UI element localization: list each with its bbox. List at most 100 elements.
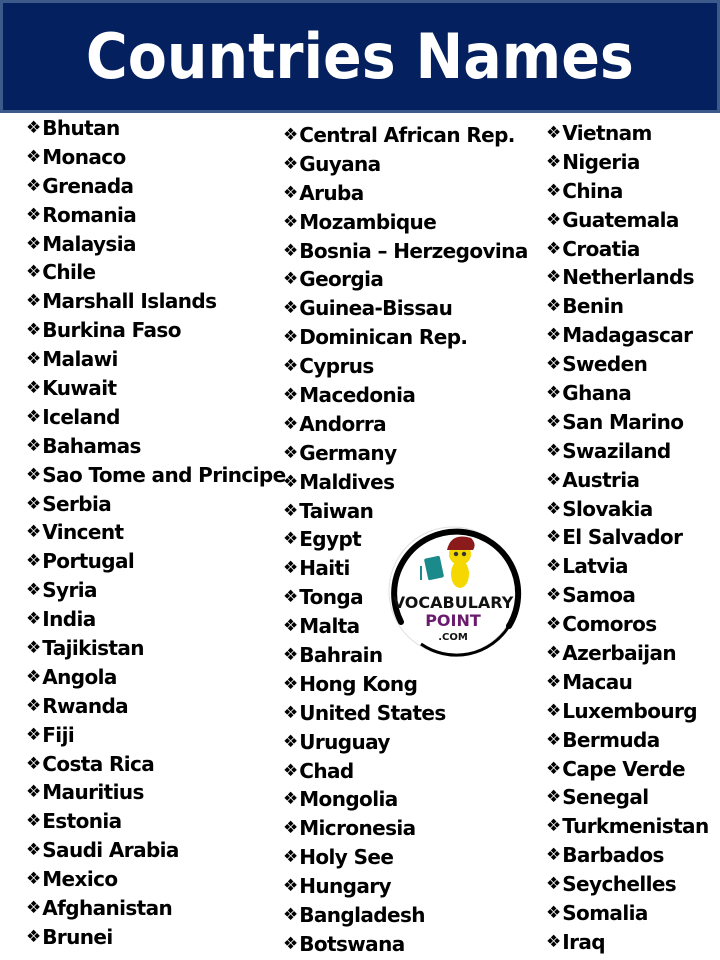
- country-name: Holy See: [299, 845, 394, 870]
- country-list-item: ❖ Swaziland: [546, 437, 709, 466]
- country-name: Azerbaijan: [562, 641, 677, 666]
- diamond-bullet-icon: ❖: [546, 729, 562, 750]
- diamond-bullet-icon: ❖: [26, 320, 42, 341]
- diamond-bullet-icon: ❖: [283, 645, 299, 666]
- title-banner-inner: Countries Names: [3, 3, 717, 110]
- country-name: Bangladesh: [299, 903, 425, 928]
- country-list-item: ❖ Nigeria: [546, 148, 709, 177]
- diamond-bullet-icon: ❖: [546, 671, 562, 692]
- country-name: Benin: [562, 294, 624, 319]
- country-name: Rwanda: [42, 693, 129, 718]
- diamond-bullet-icon: ❖: [283, 731, 299, 752]
- country-name: India: [42, 607, 96, 632]
- diamond-bullet-icon: ❖: [283, 673, 299, 694]
- country-name: Malawi: [42, 347, 118, 372]
- diamond-bullet-icon: ❖: [546, 931, 562, 952]
- country-list-item: ❖ Micronesia: [283, 814, 528, 843]
- country-list-item: ❖ Sao Tome and Principe: [26, 461, 286, 490]
- diamond-bullet-icon: ❖: [26, 580, 42, 601]
- diamond-bullet-icon: ❖: [546, 614, 562, 635]
- diamond-bullet-icon: ❖: [26, 638, 42, 659]
- diamond-bullet-icon: ❖: [26, 753, 42, 774]
- country-list-item: ❖ Cape Verde: [546, 755, 709, 784]
- country-list-item: ❖ Grenada: [26, 172, 286, 201]
- country-name: Micronesia: [299, 816, 416, 841]
- country-list-item: ❖ Iceland: [26, 403, 286, 432]
- diamond-bullet-icon: ❖: [283, 905, 299, 926]
- country-name: Tajikistan: [42, 636, 144, 661]
- country-name: Afghanistan: [42, 896, 173, 921]
- diamond-bullet-icon: ❖: [26, 146, 42, 167]
- diamond-bullet-icon: ❖: [283, 616, 299, 637]
- diamond-bullet-icon: ❖: [546, 440, 562, 461]
- diamond-bullet-icon: ❖: [546, 527, 562, 548]
- diamond-bullet-icon: ❖: [26, 551, 42, 572]
- country-list-item: ❖ Malawi: [26, 345, 286, 374]
- diamond-bullet-icon: ❖: [546, 354, 562, 375]
- diamond-bullet-icon: ❖: [546, 845, 562, 866]
- country-list-item: ❖ Mozambique: [283, 208, 528, 237]
- logo-text-vocabulary: VOCABULARY: [393, 593, 514, 612]
- country-list-item: ❖ Netherlands: [546, 263, 709, 292]
- diamond-bullet-icon: ❖: [26, 782, 42, 803]
- diamond-bullet-icon: ❖: [283, 876, 299, 897]
- country-list-item: ❖ Samoa: [546, 581, 709, 610]
- country-name: Fiji: [42, 722, 75, 747]
- diamond-bullet-icon: ❖: [546, 498, 562, 519]
- diamond-bullet-icon: ❖: [546, 903, 562, 924]
- country-list-item: ❖ Vincent: [26, 518, 286, 547]
- country-list-item: ❖ Austria: [546, 466, 709, 495]
- diamond-bullet-icon: ❖: [26, 435, 42, 456]
- diamond-bullet-icon: ❖: [283, 125, 299, 145]
- diamond-bullet-icon: ❖: [283, 356, 299, 377]
- country-name: Bahamas: [42, 433, 141, 458]
- country-list-item: ❖ Dominican Rep.: [283, 323, 528, 352]
- country-list-item: ❖ Burkina Faso: [26, 316, 286, 345]
- country-list-item: ❖ Bosnia – Herzegovina: [283, 237, 528, 266]
- country-name: Latvia: [562, 554, 628, 579]
- country-name: Kuwait: [42, 376, 117, 401]
- country-name: Aruba: [299, 180, 364, 205]
- country-name: Netherlands: [562, 265, 694, 290]
- country-list-item: ❖ Somalia: [546, 899, 709, 928]
- diamond-bullet-icon: ❖: [283, 240, 299, 261]
- country-name: Swaziland: [562, 438, 671, 463]
- country-list-item: ❖ Vietnam: [546, 119, 709, 148]
- country-list-item: ❖ Iraq: [546, 928, 709, 957]
- country-list-item: ❖ Brunei: [26, 923, 286, 952]
- diamond-bullet-icon: ❖: [283, 298, 299, 319]
- country-list-item: ❖ Serbia: [26, 490, 286, 519]
- country-name: Croatia: [562, 236, 640, 261]
- diamond-bullet-icon: ❖: [546, 238, 562, 259]
- country-name: San Marino: [562, 409, 684, 434]
- diamond-bullet-icon: ❖: [546, 151, 562, 172]
- country-name: Uruguay: [299, 729, 390, 754]
- country-list-item: ❖ Kuwait: [26, 374, 286, 403]
- country-list-item: ❖ Monaco: [26, 143, 286, 172]
- diamond-bullet-icon: ❖: [26, 926, 42, 947]
- country-name: Macau: [562, 669, 633, 694]
- country-name: Sweden: [562, 352, 648, 377]
- country-list-item: ❖ China: [546, 177, 709, 206]
- country-name: Monaco: [42, 144, 126, 169]
- country-name: Malaysia: [42, 231, 136, 256]
- country-list-item: ❖ Azerbaijan: [546, 639, 709, 668]
- country-name: Luxembourg: [562, 698, 698, 723]
- diamond-bullet-icon: ❖: [26, 291, 42, 312]
- country-name: Botswana: [299, 931, 405, 956]
- diamond-bullet-icon: ❖: [26, 666, 42, 687]
- country-name: Slovakia: [562, 496, 653, 521]
- diamond-bullet-icon: ❖: [283, 587, 299, 608]
- country-list-item: ❖ Portugal: [26, 547, 286, 576]
- diamond-bullet-icon: ❖: [283, 153, 299, 174]
- country-name: Vietnam: [562, 121, 652, 145]
- diamond-bullet-icon: ❖: [546, 123, 562, 143]
- country-list-item: ❖ Mongolia: [283, 785, 528, 814]
- diamond-bullet-icon: ❖: [283, 760, 299, 781]
- country-name: Tonga: [299, 585, 364, 610]
- country-name: Iraq: [562, 929, 605, 954]
- country-list-item: ❖ Botswana: [283, 930, 528, 959]
- country-list-item: ❖ Germany: [283, 439, 528, 468]
- country-list-item: ❖ Central African Rep.: [283, 121, 528, 150]
- title-banner: Countries Names: [0, 0, 720, 113]
